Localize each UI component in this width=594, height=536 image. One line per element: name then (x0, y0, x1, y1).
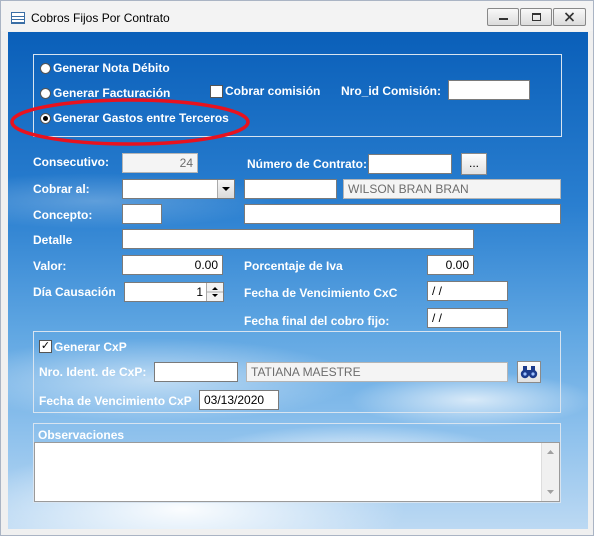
cobrar-al-code-field[interactable] (244, 179, 337, 199)
close-button[interactable] (553, 8, 586, 26)
maximize-button[interactable] (520, 8, 552, 26)
nota-debito-label: Generar Nota Débito (53, 61, 170, 75)
scroll-up-icon (547, 450, 554, 454)
dia-causacion-spinner[interactable]: 1 (124, 282, 224, 302)
cobrar-al-name-field: WILSON BRAN BRAN (343, 179, 561, 199)
highlight-ellipse (10, 98, 250, 146)
window: Cobros Fijos Por Contrato Generar Nota D… (0, 0, 594, 536)
concepto-label: Concepto: (33, 208, 93, 222)
fecha-final-label: Fecha final del cobro fijo: (244, 314, 390, 328)
detalle-label: Detalle (33, 233, 73, 247)
fecha-venc-cxc-field[interactable]: / / (427, 281, 508, 301)
window-title: Cobros Fijos Por Contrato (31, 11, 170, 25)
consecutivo-field[interactable]: 24 (122, 153, 198, 173)
observaciones-label: Observaciones (38, 428, 125, 442)
valor-label: Valor: (33, 259, 67, 273)
dia-causacion-label: Día Causación (33, 285, 116, 299)
numero-contrato-field[interactable] (368, 154, 452, 174)
fecha-venc-cxp-field[interactable]: 03/13/2020 (199, 390, 279, 410)
observaciones-scrollbar[interactable] (541, 443, 559, 501)
cxp-name-field: TATIANA MAESTRE (246, 362, 508, 382)
browse-contrato-button[interactable]: ... (461, 153, 487, 175)
cobrar-al-label: Cobrar al: (33, 182, 90, 196)
title-bar: Cobros Fijos Por Contrato (1, 1, 593, 31)
cobrar-al-select[interactable] (122, 179, 235, 199)
radio-nota-debito[interactable] (40, 63, 51, 74)
concepto-code-field[interactable] (122, 204, 162, 224)
maximize-icon (532, 13, 541, 21)
generar-cxp-checkbox[interactable]: ✓ (39, 340, 52, 353)
nro-id-comision-field[interactable] (448, 80, 530, 100)
minimize-button[interactable] (487, 8, 519, 26)
observaciones-textarea[interactable] (34, 442, 560, 502)
form-body: Generar Nota Débito Generar Facturación … (8, 32, 588, 529)
nro-ident-cxp-label: Nro. Ident. de CxP: (39, 365, 147, 379)
minimize-icon (499, 18, 508, 20)
detalle-field[interactable] (122, 229, 474, 249)
fecha-final-field[interactable]: / / (427, 308, 508, 328)
spinner-arrows-icon[interactable] (206, 283, 223, 301)
binoculars-icon (520, 366, 538, 379)
generar-cxp-label: Generar CxP (54, 340, 127, 354)
dia-causacion-value: 1 (196, 285, 203, 299)
concepto-desc-field[interactable] (244, 204, 561, 224)
porcentaje-iva-label: Porcentaje de Iva (244, 259, 343, 273)
fecha-venc-cxc-label: Fecha de Vencimiento CxC (244, 286, 398, 300)
table-icon (11, 12, 25, 24)
scroll-down-icon (547, 490, 554, 494)
porcentaje-iva-field[interactable]: 0.00 (427, 255, 474, 275)
search-cxp-button[interactable] (517, 361, 541, 383)
consecutivo-label: Consecutivo: (33, 155, 110, 169)
numero-contrato-label: Número de Contrato: (247, 157, 367, 171)
nro-ident-cxp-field[interactable] (154, 362, 238, 382)
valor-field[interactable]: 0.00 (122, 255, 223, 275)
close-icon (564, 12, 575, 22)
fecha-venc-cxp-label: Fecha de Vencimiento CxP (39, 394, 192, 408)
nro-id-comision-label: Nro_id Comisión: (341, 84, 442, 98)
chevron-down-icon[interactable] (217, 180, 234, 198)
